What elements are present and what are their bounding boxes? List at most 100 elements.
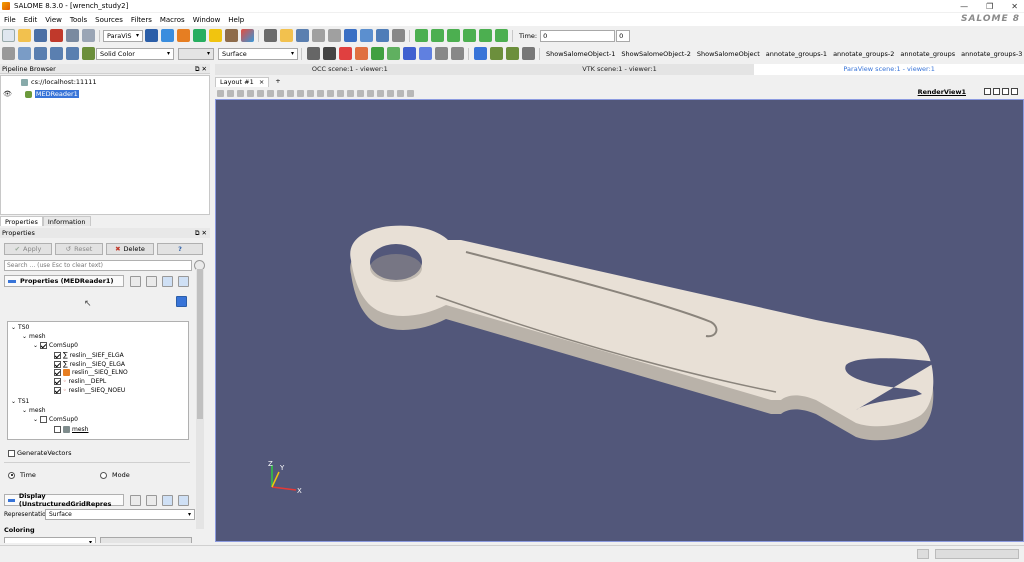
tab-properties[interactable]: Properties [0, 216, 43, 226]
paraview-module-icon[interactable] [240, 29, 254, 42]
time-index-spinbox[interactable]: 0 [616, 29, 631, 42]
comsup0-checkbox[interactable] [40, 342, 48, 349]
tree-field-sieq-elno[interactable]: reslin__SIEQ_ELNO [54, 369, 128, 376]
comsup0-ts1-checkbox[interactable] [40, 416, 48, 423]
restore-icon[interactable]: ❐ [986, 2, 993, 11]
view-minus-z-icon[interactable] [418, 47, 432, 60]
generate-vectors-checkbox[interactable] [8, 449, 15, 457]
macro-annotate-groups[interactable]: annotate_groups [900, 50, 955, 58]
close-view-icon[interactable] [1011, 88, 1018, 95]
menu-window[interactable]: Window [193, 16, 221, 24]
view-tool-icon[interactable] [406, 89, 414, 97]
pipeline-reader-item[interactable]: 👁 MEDReader1 [3, 90, 79, 98]
field-checkbox[interactable] [54, 378, 61, 385]
view-minus-y-icon[interactable] [386, 47, 400, 60]
menu-sources[interactable]: Sources [95, 16, 123, 24]
tab-vtk-viewer[interactable]: VTK scene:1 - viewer:1 [485, 64, 755, 75]
view-tool-icon[interactable] [236, 89, 244, 97]
help-icon[interactable] [343, 29, 357, 42]
tree-field-sief-elga[interactable]: ∑ reslin__SIEF_ELGA [54, 351, 124, 359]
paste-properties-icon[interactable] [146, 276, 157, 287]
view-tool-icon[interactable] [316, 89, 324, 97]
new-document-icon[interactable] [1, 29, 15, 42]
view-tool-icon[interactable] [216, 89, 224, 97]
split-vertical-icon[interactable] [993, 88, 1000, 95]
view-tool-icon[interactable] [266, 89, 274, 97]
save-defaults-icon[interactable] [178, 276, 189, 287]
close-document-icon[interactable] [49, 29, 63, 42]
coloring-select[interactable]: ▾ [4, 537, 96, 543]
shaper-module-icon[interactable] [192, 29, 206, 42]
menu-tools[interactable]: Tools [70, 16, 87, 24]
reload-files-icon[interactable] [176, 296, 187, 307]
macro-annotate-groups-2[interactable]: annotate_groups-2 [833, 50, 894, 58]
dock-close-icon[interactable]: ⧉ ✕ [195, 228, 207, 238]
view-tool-icon[interactable] [226, 89, 234, 97]
mesh-module-icon[interactable] [160, 29, 174, 42]
view-tool-icon[interactable] [256, 89, 264, 97]
rescale-custom-icon[interactable] [49, 47, 63, 60]
view-tool-icon[interactable] [286, 89, 294, 97]
generate-vectors-option[interactable]: GenerateVectors [8, 449, 71, 457]
color-by-combo[interactable]: Solid Color ▾ [96, 47, 174, 60]
mesh-leaf-checkbox[interactable] [54, 426, 61, 433]
connect-server-icon[interactable] [359, 29, 373, 42]
paravis-module-icon[interactable] [176, 29, 190, 42]
mode-radio[interactable] [100, 471, 107, 479]
visibility-eye-icon[interactable]: 👁 [3, 90, 12, 98]
scrollbar-thumb[interactable] [197, 269, 203, 419]
render-viewport[interactable]: Z Y X [215, 99, 1024, 542]
minimize-icon[interactable]: — [960, 2, 968, 11]
apply-button[interactable]: ✔ Apply [4, 243, 52, 255]
open-folder-icon[interactable] [17, 29, 31, 42]
rotate-90-ccw-icon[interactable] [450, 47, 464, 60]
view-tool-icon[interactable] [276, 89, 284, 97]
disconnect-server-icon[interactable] [375, 29, 389, 42]
tree-mesh-0[interactable]: ⌄ mesh [22, 333, 46, 340]
menu-edit[interactable]: Edit [24, 16, 38, 24]
representation-combo[interactable]: Surface ▾ [218, 47, 298, 60]
properties-scrollbar[interactable] [196, 269, 204, 529]
view-tool-icon[interactable] [246, 89, 254, 97]
time-radio-option[interactable]: Time [8, 471, 36, 479]
loop-icon[interactable] [494, 29, 508, 42]
view-plus-x-icon[interactable] [338, 47, 352, 60]
field-checkbox[interactable] [54, 360, 61, 368]
zoom-to-data-icon[interactable] [322, 47, 336, 60]
copy-properties-icon[interactable] [130, 276, 141, 287]
rescale-temporal-icon[interactable] [65, 47, 79, 60]
tree-field-depl[interactable]: ◦ reslin__DEPL [54, 378, 106, 385]
mode-radio-option[interactable]: Mode [100, 471, 130, 479]
component-combo[interactable]: ▾ [178, 47, 214, 60]
play-icon[interactable] [446, 29, 460, 42]
view-tool-icon[interactable] [346, 89, 354, 97]
geometry-module-icon[interactable] [144, 29, 158, 42]
view-tool-icon[interactable] [396, 89, 404, 97]
properties-search-input[interactable]: Search ... (use Esc to clear text) [4, 260, 192, 271]
rotate-90-cw-icon[interactable] [434, 47, 448, 60]
copy-display-icon[interactable] [130, 495, 141, 506]
module-combo[interactable]: ParaViS ▾ [103, 29, 143, 42]
save-icon[interactable] [33, 29, 47, 42]
open-data-icon[interactable] [279, 29, 293, 42]
close-layout-icon[interactable]: × [259, 78, 264, 86]
copy-icon[interactable] [65, 29, 79, 42]
tree-ts1[interactable]: ⌄ TS1 [11, 398, 29, 405]
coloring-component-select[interactable] [100, 537, 192, 543]
rescale-range-icon[interactable] [33, 47, 47, 60]
view-tool-icon[interactable] [326, 89, 334, 97]
python-console-icon[interactable] [263, 29, 277, 42]
tree-field-sieq-noeu[interactable]: ◦ reslin__SIEQ_NOEU [54, 387, 125, 394]
macro-show-salome-object-1[interactable]: ShowSalomeObject-1 [546, 50, 615, 58]
restore-defaults-icon[interactable] [162, 276, 173, 287]
toggle-color-legend-icon[interactable] [1, 47, 15, 60]
tree-mesh-1[interactable]: ⌄ mesh [22, 407, 46, 414]
next-frame-icon[interactable] [462, 29, 476, 42]
tree-comsup0[interactable]: ⌄ ComSup0 [33, 342, 78, 349]
menu-view[interactable]: View [45, 16, 62, 24]
adjust-camera-icon[interactable] [489, 47, 503, 60]
find-data-icon[interactable] [391, 29, 405, 42]
representation-select[interactable]: Surface ▾ [45, 509, 195, 520]
pick-center-icon[interactable] [521, 47, 535, 60]
view-tool-icon[interactable] [386, 89, 394, 97]
